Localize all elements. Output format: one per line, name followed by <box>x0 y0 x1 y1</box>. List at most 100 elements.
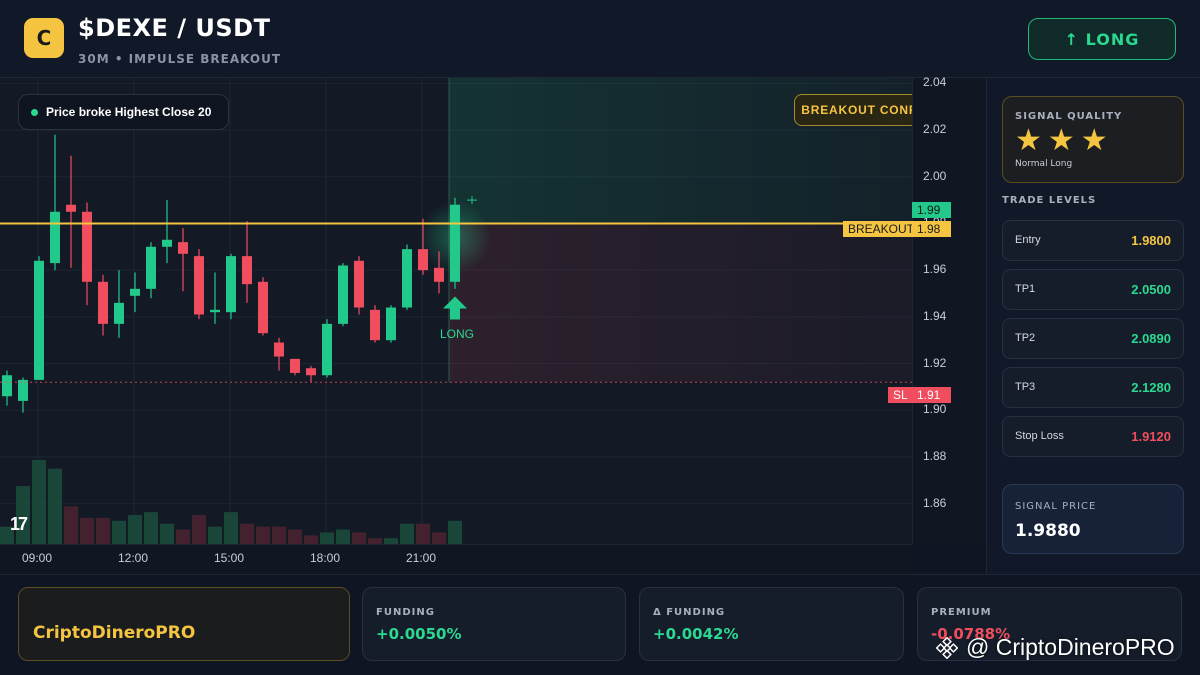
breakout-tag-label: BREAKOUT <box>843 221 920 237</box>
pair-title: $DEXE / USDT <box>78 14 271 42</box>
level-stop-loss[interactable]: Stop Loss 1.9120 <box>1002 416 1184 457</box>
volume-bar <box>48 468 62 544</box>
candle-body <box>162 239 172 247</box>
price-chart[interactable] <box>0 78 912 544</box>
volume-bar <box>96 517 110 544</box>
volume-bar <box>192 515 206 544</box>
candlestick-chart <box>0 78 912 544</box>
long-signal-label: LONG <box>440 327 475 341</box>
level-tp3[interactable]: TP3 2.1280 <box>1002 367 1184 408</box>
candle-body <box>114 302 124 324</box>
time-axis[interactable]: 09:00 12:00 15:00 18:00 21:00 <box>0 544 912 574</box>
level-tp1[interactable]: TP1 2.0500 <box>1002 269 1184 310</box>
level-tp2[interactable]: TP2 2.0890 <box>1002 318 1184 359</box>
volume-bar <box>256 526 270 544</box>
tradingview-logo-icon[interactable]: 17 <box>10 514 28 535</box>
candle-body <box>146 246 156 289</box>
level-value: 1.9800 <box>1131 233 1171 248</box>
candle-body <box>258 281 268 334</box>
volume-bar <box>272 526 286 544</box>
funding-card: FUNDING +0.0050% <box>362 587 626 661</box>
candle-body <box>18 379 28 401</box>
volume-bar <box>176 529 190 544</box>
candle-body <box>226 256 236 313</box>
candle-body <box>274 342 284 357</box>
candle-body <box>322 323 332 376</box>
level-label: Entry <box>1015 234 1041 246</box>
volume-bar <box>32 460 46 544</box>
watermark-text: @ CriptoDineroPRO <box>966 634 1175 660</box>
candle-body <box>402 249 412 308</box>
candle-body <box>418 249 428 271</box>
price-tick-label: 2.02 <box>923 122 947 137</box>
premium-label: PREMIUM <box>931 607 992 618</box>
status-dot-icon <box>31 108 38 116</box>
candle-body <box>386 307 396 341</box>
long-button[interactable]: ↑ LONG <box>1028 18 1176 60</box>
candle-body <box>290 358 300 373</box>
volume-bar <box>432 532 446 544</box>
volume-bar <box>304 535 318 544</box>
brand-name: CriptoDineroPRO <box>33 623 196 643</box>
candle-body <box>2 375 12 397</box>
current-price-tag: 1.99 <box>912 202 951 218</box>
signal-price-title: SIGNAL PRICE <box>1015 501 1097 512</box>
header: C $DEXE / USDT 30M • IMPULSE BREAKOUT ↑ … <box>0 0 1200 78</box>
volume-bar <box>64 506 78 544</box>
breakout-tag-value: 1.98 <box>912 221 951 237</box>
volume-bar <box>160 523 174 544</box>
price-tick-label: 1.92 <box>923 355 947 370</box>
volume-bar <box>112 520 126 544</box>
volume-bar <box>448 520 462 544</box>
time-tick-label: 15:00 <box>214 551 245 565</box>
level-entry[interactable]: Entry 1.9800 <box>1002 220 1184 261</box>
candle-body <box>370 309 380 341</box>
volume-bar <box>128 515 142 544</box>
volume-bar <box>352 532 366 544</box>
level-value: 2.1280 <box>1131 380 1171 395</box>
price-tick-label: 2.00 <box>923 168 947 183</box>
candle-body <box>98 281 108 324</box>
candle-body <box>34 260 44 380</box>
volume-bar <box>416 523 430 544</box>
candle-body <box>50 211 60 264</box>
sl-tag-label: SL <box>888 387 913 403</box>
candle-body <box>338 265 348 324</box>
funding-value: +0.0050% <box>376 625 462 643</box>
price-tick-label: 1.90 <box>923 402 947 417</box>
delta-funding-value: +0.0042% <box>653 625 739 643</box>
risk-zone <box>449 223 912 383</box>
candle-body <box>434 267 444 282</box>
volume-bar <box>224 512 238 544</box>
level-value: 2.0500 <box>1131 282 1171 297</box>
level-value: 1.9120 <box>1131 429 1171 444</box>
candle-body <box>210 309 220 313</box>
brand-card: CriptoDineroPRO <box>18 587 350 661</box>
breakout-info-pill: Price broke Highest Close 20 <box>18 94 229 130</box>
signal-quality-card: SIGNAL QUALITY ★★★ Normal Long <box>1002 96 1184 183</box>
volume-bar <box>80 517 94 544</box>
volume-bar <box>400 523 414 544</box>
volume-bar <box>240 523 254 544</box>
level-label: Stop Loss <box>1015 430 1064 442</box>
signal-price-card: SIGNAL PRICE 1.9880 <box>1002 484 1184 554</box>
volume-bar <box>144 512 158 544</box>
funding-label: FUNDING <box>376 607 435 618</box>
level-value: 2.0890 <box>1131 331 1171 346</box>
candle-body <box>194 256 204 315</box>
price-tick-label: 1.86 <box>923 495 947 510</box>
candle-body <box>306 368 316 376</box>
time-tick-label: 09:00 <box>22 551 53 565</box>
price-axis[interactable]: 2.04 2.02 2.00 1.98 1.96 1.94 1.92 1.90 1.88 1.86 <box>912 75 986 544</box>
level-label: TP2 <box>1015 332 1036 344</box>
volume-bar <box>208 526 222 544</box>
candle-body <box>354 260 364 308</box>
breakout-info-text: Price broke Highest Close 20 <box>46 105 212 119</box>
level-label: TP1 <box>1015 283 1036 295</box>
candle-body <box>242 256 252 285</box>
time-tick-label: 18:00 <box>310 551 341 565</box>
price-tick-label: 2.04 <box>923 75 947 90</box>
trade-levels-title: TRADE LEVELS <box>1002 195 1097 206</box>
time-tick-label: 21:00 <box>406 551 437 565</box>
star-rating-icon: ★★★ <box>1015 123 1114 158</box>
